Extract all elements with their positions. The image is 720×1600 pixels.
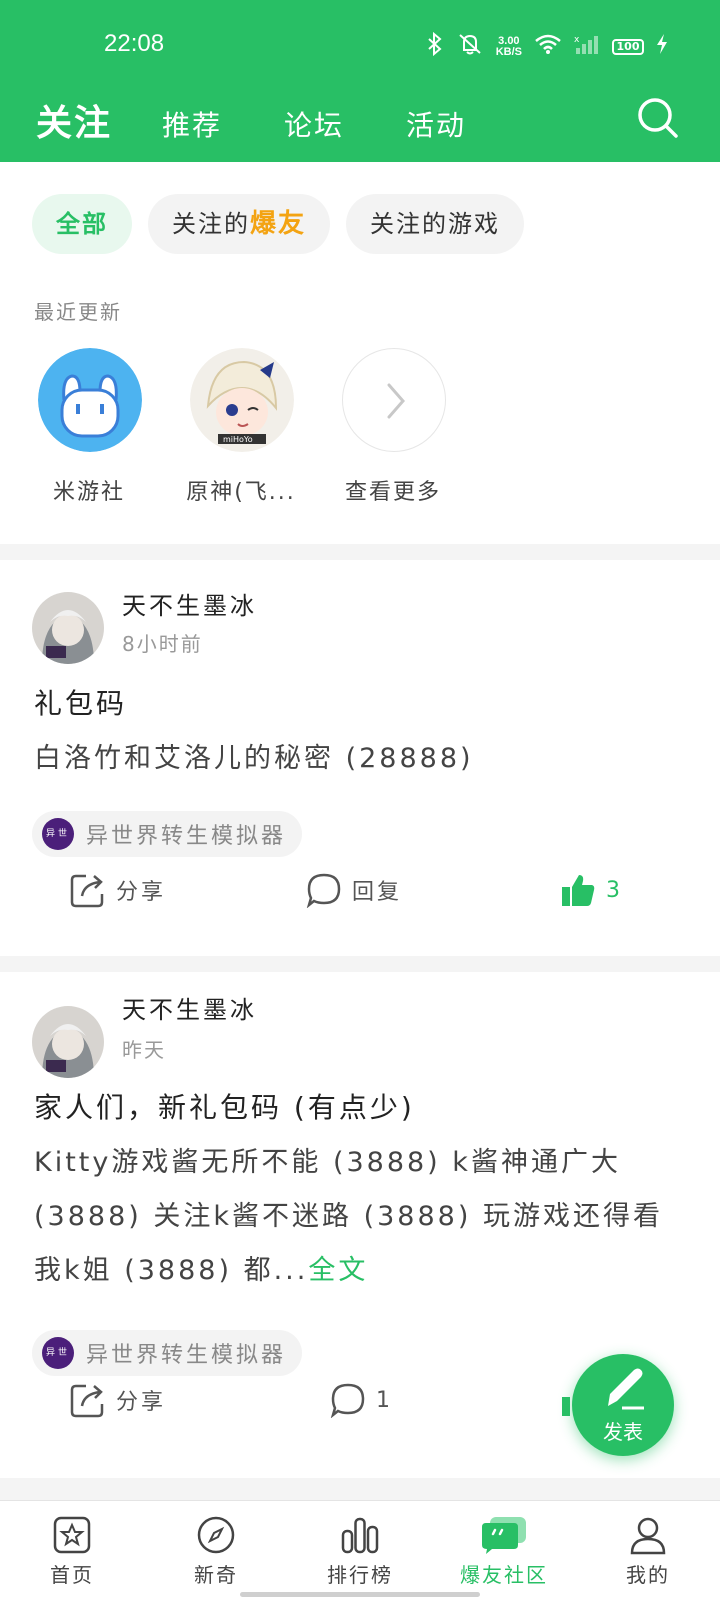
home-indicator[interactable]	[240, 1592, 480, 1597]
chip-all[interactable]: 全部	[32, 194, 132, 254]
game-icon: 异世界	[42, 1337, 74, 1390]
charging-icon	[656, 33, 668, 60]
reply-button[interactable]: 回复	[306, 872, 402, 908]
comment-icon	[306, 873, 341, 908]
post-time: 8小时前	[122, 632, 203, 656]
top-nav: 关注 推荐 论坛 活动	[36, 94, 528, 146]
author-name[interactable]: 天不生墨冰	[122, 990, 257, 1025]
bottom-nav-rankings[interactable]: 排行榜	[310, 1515, 410, 1588]
game-tag[interactable]: 异世界 异世界转生模拟器	[32, 1330, 303, 1390]
chip-follow-games[interactable]: 关注的游戏	[346, 194, 525, 254]
battery-icon: 100	[612, 38, 644, 55]
pencil-icon	[608, 1368, 644, 1410]
bluetooth-icon	[426, 31, 444, 61]
post-title: 家人们，新礼包码 (有点少)	[34, 1091, 415, 1124]
bottom-nav-profile[interactable]: 我的	[598, 1515, 698, 1588]
avatar[interactable]	[32, 1006, 104, 1078]
post-title: 礼包码	[34, 687, 128, 720]
recent-item-genshin[interactable]: miHoYo 原神(飞...	[186, 348, 342, 506]
share-button[interactable]: 分享	[70, 872, 166, 908]
compass-icon	[197, 1516, 235, 1554]
filter-chips: 全部 关注的爆友 关注的游戏	[32, 194, 525, 254]
thumbs-up-icon	[562, 875, 595, 906]
bottom-nav-community[interactable]: 爆友社区	[452, 1515, 556, 1588]
game-tag-label: 异世界转生模拟器	[86, 824, 287, 849]
status-time: 22:08	[104, 30, 165, 57]
author-name[interactable]: 天不生墨冰	[122, 586, 257, 621]
publish-button[interactable]: 发表	[572, 1354, 674, 1456]
chip-follow-friends[interactable]: 关注的爆友	[148, 194, 331, 254]
user-icon	[630, 1517, 666, 1555]
recent-item-miyoushe[interactable]: 米游社	[38, 348, 190, 506]
search-icon	[638, 98, 678, 138]
tab-events[interactable]: 活动	[406, 104, 466, 144]
home-star-icon	[53, 1516, 91, 1554]
svg-text:miHoYo: miHoYo	[223, 435, 253, 444]
search-button[interactable]	[636, 96, 680, 140]
mute-icon	[456, 32, 484, 61]
chip-highlight: 爆友	[250, 209, 307, 239]
comment-icon	[330, 1383, 365, 1418]
signal-icon: x	[574, 33, 600, 60]
network-speed: 3.00 KB/S	[495, 34, 522, 58]
post-time: 昨天	[122, 1038, 166, 1062]
bottom-nav-discover[interactable]: 新奇	[166, 1515, 266, 1588]
post-divider	[0, 956, 720, 972]
game-tag-label: 异世界转生模拟器	[86, 1343, 287, 1368]
share-icon	[70, 874, 104, 908]
post-body: 白洛竹和艾洛儿的秘密 (28888)	[34, 743, 474, 774]
section-divider	[0, 544, 720, 560]
chat-bubbles-icon	[482, 1517, 526, 1554]
status-icons: 3.00 KB/S x 100	[426, 31, 668, 61]
recent-updates-list: 米游社 miHoYo 原神(飞... 查看更多	[38, 348, 494, 506]
genshin-avatar: miHoYo	[190, 348, 294, 452]
top-header: 22:08 3.00 KB/S x 100 关注 推荐 论坛 活动	[0, 0, 720, 162]
post-body: Kitty游戏酱无所不能 (3888) k酱神通广大 (3888) 关注k酱不迷…	[34, 1147, 663, 1286]
like-button[interactable]: 3	[560, 872, 623, 908]
tab-recommend[interactable]: 推荐	[162, 104, 222, 144]
post-divider	[0, 1478, 720, 1500]
tab-follow[interactable]: 关注	[36, 94, 112, 146]
status-bar: 22:08 3.00 KB/S x 100	[0, 28, 720, 62]
svg-text:x: x	[574, 35, 580, 45]
bottom-nav-home[interactable]: 首页	[22, 1515, 122, 1588]
miyoushe-avatar	[38, 348, 142, 452]
wifi-icon	[534, 33, 562, 60]
avatar[interactable]	[32, 592, 104, 664]
bar-chart-icon	[341, 1517, 379, 1554]
reply-button[interactable]: 1	[330, 1382, 393, 1418]
post-card[interactable]: 天不生墨冰 8小时前 礼包码 白洛竹和艾洛儿的秘密 (28888) 异世界 异世…	[0, 560, 720, 956]
see-more-circle	[342, 348, 446, 452]
post-actions: 分享 回复 3	[0, 872, 720, 912]
game-icon: 异世界	[42, 818, 74, 871]
share-button[interactable]: 分享	[70, 1382, 166, 1418]
chevron-right-icon	[387, 383, 405, 419]
read-full-link[interactable]: 全文	[308, 1255, 368, 1286]
bottom-nav: 首页 新奇 排行榜 爆友社区 我的	[0, 1500, 720, 1600]
tab-forum[interactable]: 论坛	[284, 104, 344, 144]
recent-updates-title: 最近更新	[34, 300, 122, 324]
game-tag[interactable]: 异世界 异世界转生模拟器	[32, 811, 303, 871]
share-icon	[70, 1384, 104, 1418]
recent-item-see-more[interactable]: 查看更多	[342, 348, 494, 506]
